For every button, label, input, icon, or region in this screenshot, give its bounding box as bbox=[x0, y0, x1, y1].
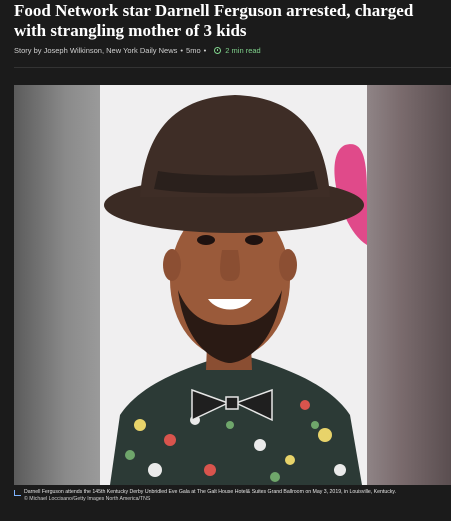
portrait-photo bbox=[100, 85, 367, 485]
article-image[interactable] bbox=[14, 85, 451, 485]
byline: Story by Joseph Wilkinson, New York Dail… bbox=[14, 46, 261, 55]
portrait-illustration bbox=[104, 95, 367, 485]
image-blur-right bbox=[367, 85, 451, 485]
caption-text: Darnell Ferguson attends the 145th Kentu… bbox=[24, 489, 397, 495]
byline-age: 5mo bbox=[186, 46, 201, 55]
article: Food Network star Darnell Ferguson arres… bbox=[0, 0, 451, 521]
article-headline: Food Network star Darnell Ferguson arres… bbox=[14, 1, 414, 40]
byline-separator: • bbox=[203, 46, 207, 55]
clock-icon bbox=[214, 47, 222, 54]
caption-corner-icon bbox=[14, 490, 21, 496]
byline-separator: • bbox=[180, 46, 184, 55]
image-blur-left bbox=[14, 85, 100, 485]
caption-credit: © Michael Loccisano/Getty Images North A… bbox=[24, 496, 151, 502]
read-time: 2 min read bbox=[225, 46, 261, 55]
divider bbox=[14, 67, 451, 68]
byline-author[interactable]: Story by Joseph Wilkinson, New York Dail… bbox=[14, 46, 177, 55]
image-caption: Darnell Ferguson attends the 145th Kentu… bbox=[14, 489, 444, 503]
